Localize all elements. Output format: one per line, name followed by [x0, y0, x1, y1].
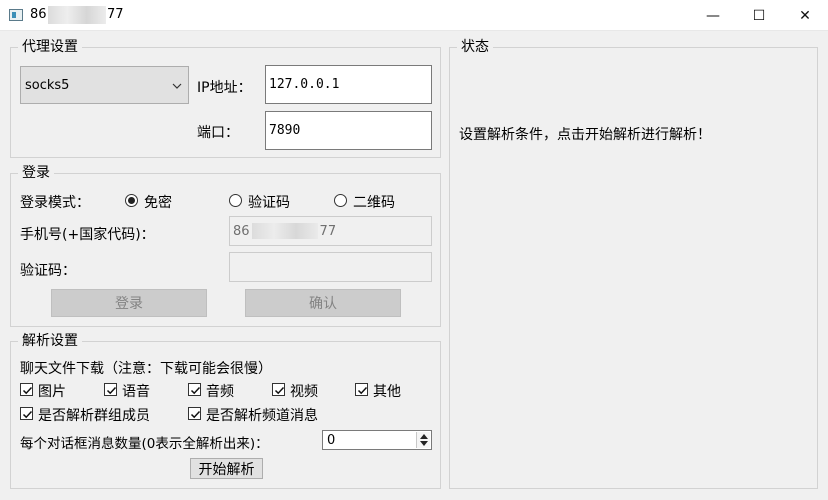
radio-qr-code[interactable]: [334, 194, 347, 207]
app-icon: [9, 9, 23, 21]
close-icon: ✕: [799, 7, 811, 24]
radio-qr-code-label[interactable]: 二维码: [353, 192, 395, 212]
message-count-value: 0: [327, 433, 336, 448]
checkbox-voice[interactable]: [104, 383, 117, 396]
checkmark-icon: [22, 386, 33, 395]
phone-prefix: 86: [233, 223, 250, 239]
radio-verification-code[interactable]: [229, 194, 242, 207]
spinbox-buttons[interactable]: [416, 432, 430, 448]
port-field[interactable]: 7890: [265, 111, 432, 150]
window-title-prefix: 86: [30, 7, 47, 22]
checkbox-voice-label[interactable]: 语音: [122, 381, 150, 401]
ip-label: IP地址：: [197, 80, 252, 96]
checkbox-video[interactable]: [272, 383, 285, 396]
checkbox-group-members[interactable]: [20, 407, 33, 420]
code-label: 验证码：: [20, 263, 76, 279]
login-mode-label: 登录模式：: [20, 195, 90, 211]
ip-value: 127.0.0.1: [269, 77, 340, 92]
download-label: 聊天文件下载（注意：下载可能会很慢）: [20, 361, 272, 377]
checkbox-audio-label[interactable]: 音频: [206, 381, 234, 401]
ip-address-field[interactable]: 127.0.0.1: [265, 65, 432, 104]
minimize-button[interactable]: —: [690, 0, 736, 31]
start-parse-button[interactable]: 开始解析: [190, 458, 263, 479]
spin-down-icon[interactable]: [420, 441, 428, 446]
checkbox-other[interactable]: [355, 383, 368, 396]
checkmark-icon: [190, 386, 201, 395]
radio-verification-code-label[interactable]: 验证码: [248, 192, 290, 212]
title-bar: 86 77 — ☐ ✕: [0, 0, 828, 31]
checkmark-icon: [190, 410, 201, 419]
checkmark-icon: [274, 386, 285, 395]
phone-label: 手机号(+国家代码)：: [20, 227, 155, 243]
checkbox-video-label[interactable]: 视频: [290, 381, 318, 401]
checkbox-group-members-label[interactable]: 是否解析群组成员: [38, 405, 150, 425]
parse-settings-title: 解析设置: [18, 333, 82, 349]
login-button-label: 登录: [115, 296, 143, 312]
spin-up-icon[interactable]: [420, 434, 428, 439]
port-label: 端口：: [197, 125, 239, 141]
radio-no-password[interactable]: [125, 194, 138, 207]
port-value: 7890: [269, 123, 301, 138]
title-redaction: [48, 6, 106, 24]
confirm-button-label: 确认: [309, 296, 337, 312]
radio-no-password-label[interactable]: 免密: [144, 192, 172, 212]
message-count-label: 每个对话框消息数量(0表示全解析出来)：: [20, 436, 269, 452]
checkbox-images[interactable]: [20, 383, 33, 396]
login-button[interactable]: 登录: [51, 289, 207, 317]
checkmark-icon: [22, 410, 33, 419]
checkbox-channel-messages[interactable]: [188, 407, 201, 420]
login-title: 登录: [18, 165, 54, 181]
status-group: [449, 47, 818, 489]
status-message: 设置解析条件，点击开始解析进行解析！: [459, 127, 711, 143]
checkbox-audio[interactable]: [188, 383, 201, 396]
proxy-protocol-select[interactable]: socks5: [20, 66, 189, 104]
minimize-icon: —: [706, 7, 720, 24]
checkbox-channel-messages-label[interactable]: 是否解析频道消息: [206, 405, 318, 425]
checkbox-other-label[interactable]: 其他: [373, 381, 401, 401]
maximize-icon: ☐: [752, 7, 766, 24]
checkmark-icon: [357, 386, 368, 395]
code-field[interactable]: [229, 252, 432, 282]
phone-suffix: 77: [319, 223, 337, 239]
status-title: 状态: [457, 39, 493, 55]
start-parse-button-label: 开始解析: [198, 461, 255, 478]
window-title-suffix: 77: [107, 7, 124, 22]
checkbox-images-label[interactable]: 图片: [38, 381, 66, 401]
confirm-button[interactable]: 确认: [245, 289, 401, 317]
phone-redaction: [251, 223, 318, 239]
checkmark-icon: [106, 386, 117, 395]
chevron-down-icon: [172, 83, 182, 89]
maximize-button[interactable]: ☐: [736, 0, 782, 31]
proxy-settings-title: 代理设置: [18, 39, 82, 55]
proxy-protocol-value: socks5: [25, 77, 70, 93]
phone-field[interactable]: 86 77: [229, 216, 432, 246]
message-count-spinbox[interactable]: 0: [322, 430, 432, 450]
close-button[interactable]: ✕: [782, 0, 828, 31]
